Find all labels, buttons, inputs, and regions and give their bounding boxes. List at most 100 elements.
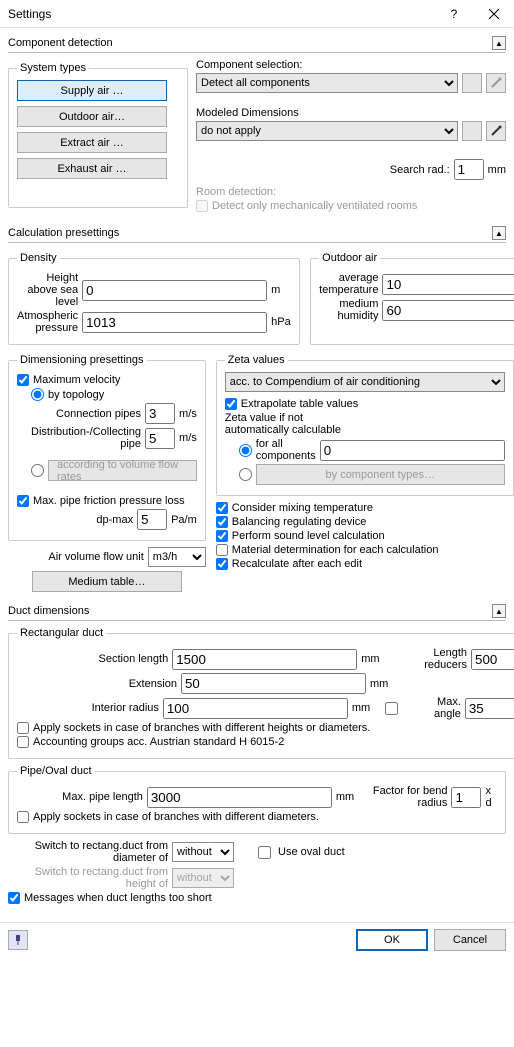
label-factor-bend: Factor for bend radius	[363, 785, 448, 809]
max-angle-checkbox[interactable]	[385, 702, 398, 715]
extension-input[interactable]	[181, 673, 366, 694]
section-duct-dimensions: Duct dimensions ▲ Rectangular duct Secti…	[8, 602, 506, 904]
label-extension: Extension	[17, 678, 177, 690]
titlebar: Settings ?	[0, 0, 514, 28]
unit-mm: mm	[336, 791, 355, 803]
messages-checkbox[interactable]	[8, 892, 20, 904]
max-pipe-length-input[interactable]	[147, 787, 332, 808]
label-dpmax: dp-max	[17, 514, 133, 526]
air-volume-unit-select[interactable]: m3/h	[148, 547, 206, 567]
modeled-dimensions-select[interactable]: do not apply	[196, 121, 458, 141]
help-button[interactable]: ?	[434, 0, 474, 28]
label-recalculate: Recalculate after each edit	[232, 558, 362, 570]
label-air-volume-unit: Air volume flow unit	[8, 551, 144, 563]
collapse-button[interactable]: ▲	[492, 36, 506, 50]
humidity-input[interactable]	[382, 300, 514, 321]
extract-air-button[interactable]: Extract air …	[17, 132, 167, 153]
height-input[interactable]	[82, 280, 267, 301]
length-reducers-input[interactable]	[471, 649, 514, 670]
label-conn-pipes: Connection pipes	[31, 408, 141, 420]
acc-volume-radio[interactable]	[31, 464, 44, 477]
unit-xd: x d	[485, 785, 497, 809]
acc-volume-button: according to volume flow rates	[48, 460, 197, 481]
by-types-radio[interactable]	[239, 468, 252, 481]
dpmax-input[interactable]	[137, 509, 167, 530]
max-friction-checkbox[interactable]	[17, 495, 29, 507]
legend-dimensioning: Dimensioning presettings	[17, 354, 147, 366]
close-button[interactable]	[474, 0, 514, 28]
unit-ms: m/s	[179, 432, 197, 444]
by-types-button: by component types…	[256, 464, 505, 485]
modeled-dim-sq1[interactable]	[462, 121, 482, 141]
outdoor-air-button[interactable]: Outdoor air…	[17, 106, 167, 127]
avg-temp-input[interactable]	[382, 274, 514, 295]
conn-pipes-input[interactable]	[145, 403, 175, 424]
unit-mm: mm	[370, 678, 394, 690]
pin-icon	[13, 935, 23, 945]
pressure-input[interactable]	[82, 312, 267, 333]
section-title: Component detection	[8, 37, 492, 49]
by-topology-radio[interactable]	[31, 388, 44, 401]
collapse-button[interactable]: ▲	[492, 226, 506, 240]
collapse-button[interactable]: ▲	[492, 604, 506, 618]
legend-density: Density	[17, 252, 60, 264]
dist-pipe-input[interactable]	[145, 428, 175, 449]
zeta-source-select[interactable]: acc. to Compendium of air conditioning	[225, 372, 505, 392]
label-by-topology: by topology	[48, 389, 104, 401]
unit-mm: mm	[352, 702, 373, 714]
label-balancing: Balancing regulating device	[232, 516, 367, 528]
section-component-detection: Component detection ▲ System types Suppl…	[8, 34, 506, 214]
eyedropper-button-2[interactable]	[486, 121, 506, 141]
extrapolate-checkbox[interactable]	[225, 398, 237, 410]
label-section-length: Section length	[17, 653, 168, 665]
pin-button[interactable]	[8, 930, 28, 950]
eyedropper-icon	[490, 77, 502, 89]
label-max-velocity: Maximum velocity	[33, 374, 120, 386]
component-selection-select[interactable]: Detect all components	[196, 73, 458, 93]
sound-checkbox[interactable]	[216, 530, 228, 542]
max-angle-input[interactable]	[465, 698, 514, 719]
label-max-angle: Max. angle	[413, 696, 461, 720]
section-length-input[interactable]	[172, 649, 357, 670]
legend-rectangular: Rectangular duct	[17, 627, 106, 639]
switch-diameter-select[interactable]: without	[172, 842, 234, 862]
consider-mixing-checkbox[interactable]	[216, 502, 228, 514]
for-all-radio[interactable]	[239, 444, 252, 457]
search-radius-input[interactable]	[454, 159, 484, 180]
exhaust-air-button[interactable]: Exhaust air …	[17, 158, 167, 179]
switch-height-select: without	[172, 868, 234, 888]
label-length-reducers: Length reducers	[392, 647, 467, 671]
close-icon	[489, 9, 499, 19]
label-consider-mixing: Consider mixing temperature	[232, 502, 373, 514]
label-pressure: Atmospheric pressure	[17, 310, 78, 334]
cancel-button[interactable]: Cancel	[434, 929, 506, 951]
label-use-oval: Use oval duct	[278, 846, 345, 858]
ok-button[interactable]: OK	[356, 929, 428, 951]
label-accounting-groups: Accounting groups acc. Austrian standard…	[33, 736, 284, 748]
for-all-input[interactable]	[320, 440, 505, 461]
factor-bend-input[interactable]	[451, 787, 481, 808]
component-sel-sq1[interactable]	[462, 73, 482, 93]
use-oval-checkbox[interactable]	[258, 846, 271, 859]
label-room-detection: Room detection:	[196, 186, 506, 198]
pipe-sockets-checkbox[interactable]	[17, 811, 29, 823]
window-title: Settings	[8, 7, 434, 21]
material-checkbox[interactable]	[216, 544, 228, 556]
legend-system-types: System types	[17, 62, 89, 74]
rect-sockets-checkbox[interactable]	[17, 722, 29, 734]
label-sound: Perform sound level calculation	[232, 530, 385, 542]
label-pipe-sockets: Apply sockets in case of branches with d…	[33, 811, 319, 823]
label-interior-radius: Interior radius	[17, 702, 159, 714]
label-switch-diameter: Switch to rectang.duct from diameter of	[8, 840, 168, 864]
supply-air-button[interactable]: Supply air …	[17, 80, 167, 101]
accounting-groups-checkbox[interactable]	[17, 736, 29, 748]
eyedropper-button-1[interactable]	[486, 73, 506, 93]
medium-table-button[interactable]: Medium table…	[32, 571, 182, 592]
recalculate-checkbox[interactable]	[216, 558, 228, 570]
interior-radius-input[interactable]	[163, 698, 348, 719]
legend-zeta: Zeta values	[225, 354, 288, 366]
label-max-pipe-length: Max. pipe length	[17, 791, 143, 803]
unit-hpa: hPa	[271, 316, 291, 328]
balancing-checkbox[interactable]	[216, 516, 228, 528]
max-velocity-checkbox[interactable]	[17, 374, 29, 386]
